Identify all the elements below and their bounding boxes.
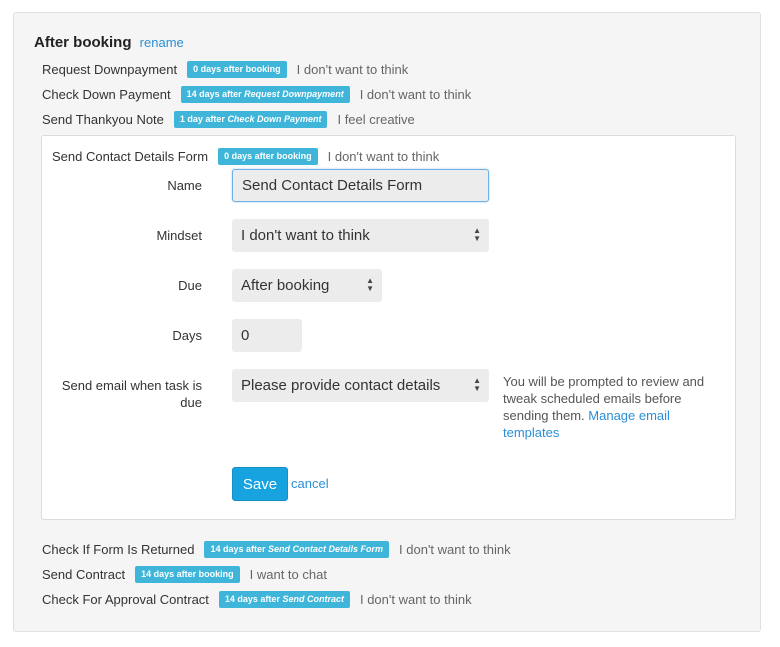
select-arrows-icon: ▲ ▼	[366, 276, 374, 293]
task-row[interactable]: Send Contract 14 days after booking I wa…	[42, 564, 327, 584]
task-mindset: I don't want to think	[359, 591, 472, 607]
task-row[interactable]: Check Down Payment 14 days after Request…	[42, 84, 471, 104]
task-row[interactable]: Check For Approval Contract 14 days afte…	[42, 589, 472, 609]
task-name[interactable]: Check Down Payment	[42, 87, 171, 102]
due-badge: 14 days after Request Downpayment	[180, 85, 350, 103]
days-label: Days	[172, 328, 202, 343]
task-mindset: I don't want to think	[327, 148, 440, 164]
task-name[interactable]: Request Downpayment	[42, 62, 177, 77]
after-booking-panel: After booking rename Request Downpayment…	[13, 12, 761, 632]
mindset-value: I don't want to think	[241, 227, 370, 244]
task-name[interactable]: Check For Approval Contract	[42, 592, 209, 607]
name-input[interactable]: Send Contact Details Form	[232, 169, 489, 202]
days-input[interactable]: 0	[232, 319, 302, 352]
due-badge: 14 days after Send Contract	[218, 590, 350, 608]
save-button[interactable]: Save	[232, 467, 288, 501]
mindset-label: Mindset	[156, 228, 202, 243]
due-badge: 1 day after Check Down Payment	[173, 110, 328, 128]
task-name[interactable]: Send Contract	[42, 567, 125, 582]
section-title: After booking	[34, 34, 132, 51]
due-label: Due	[178, 278, 202, 293]
task-name[interactable]: Send Thankyou Note	[42, 112, 164, 127]
due-badge: 14 days after Send Contact Details Form	[204, 540, 390, 558]
task-row[interactable]: Request Downpayment 0 days after booking…	[42, 59, 408, 79]
due-select[interactable]: After booking ▲ ▼	[232, 269, 382, 302]
task-mindset: I don't want to think	[296, 61, 409, 77]
due-value: After booking	[241, 277, 330, 294]
task-row[interactable]: Check If Form Is Returned 14 days after …	[42, 539, 511, 559]
name-label: Name	[167, 178, 202, 193]
section-header: After booking rename	[34, 34, 184, 51]
due-badge: 14 days after booking	[135, 565, 240, 583]
email-template-select[interactable]: Please provide contact details ▲ ▼	[232, 369, 489, 402]
email-help-text: You will be prompted to review and tweak…	[503, 374, 705, 440]
task-mindset: I don't want to think	[399, 541, 511, 557]
task-mindset: I don't want to think	[359, 86, 472, 102]
task-row[interactable]: Send Thankyou Note 1 day after Check Dow…	[42, 109, 415, 129]
select-arrows-icon: ▲ ▼	[473, 376, 481, 393]
due-badge: 0 days after booking	[218, 147, 318, 165]
email-template-value: Please provide contact details	[241, 377, 441, 394]
cancel-link[interactable]: cancel	[291, 476, 329, 491]
task-name[interactable]: Check If Form Is Returned	[42, 542, 194, 557]
editing-task-header: Send Contact Details Form 0 days after b…	[52, 146, 439, 166]
task-name: Send Contact Details Form	[52, 148, 209, 164]
email-label: Send email when task is due	[61, 378, 202, 410]
task-mindset: I feel creative	[337, 111, 415, 127]
select-arrows-icon: ▲ ▼	[473, 226, 481, 243]
task-edit-form: Send Contact Details Form 0 days after b…	[41, 135, 736, 520]
rename-link[interactable]: rename	[140, 35, 184, 50]
due-badge: 0 days after booking	[187, 60, 287, 78]
task-mindset: I want to chat	[249, 566, 327, 582]
mindset-select[interactable]: I don't want to think ▲ ▼	[232, 219, 489, 252]
